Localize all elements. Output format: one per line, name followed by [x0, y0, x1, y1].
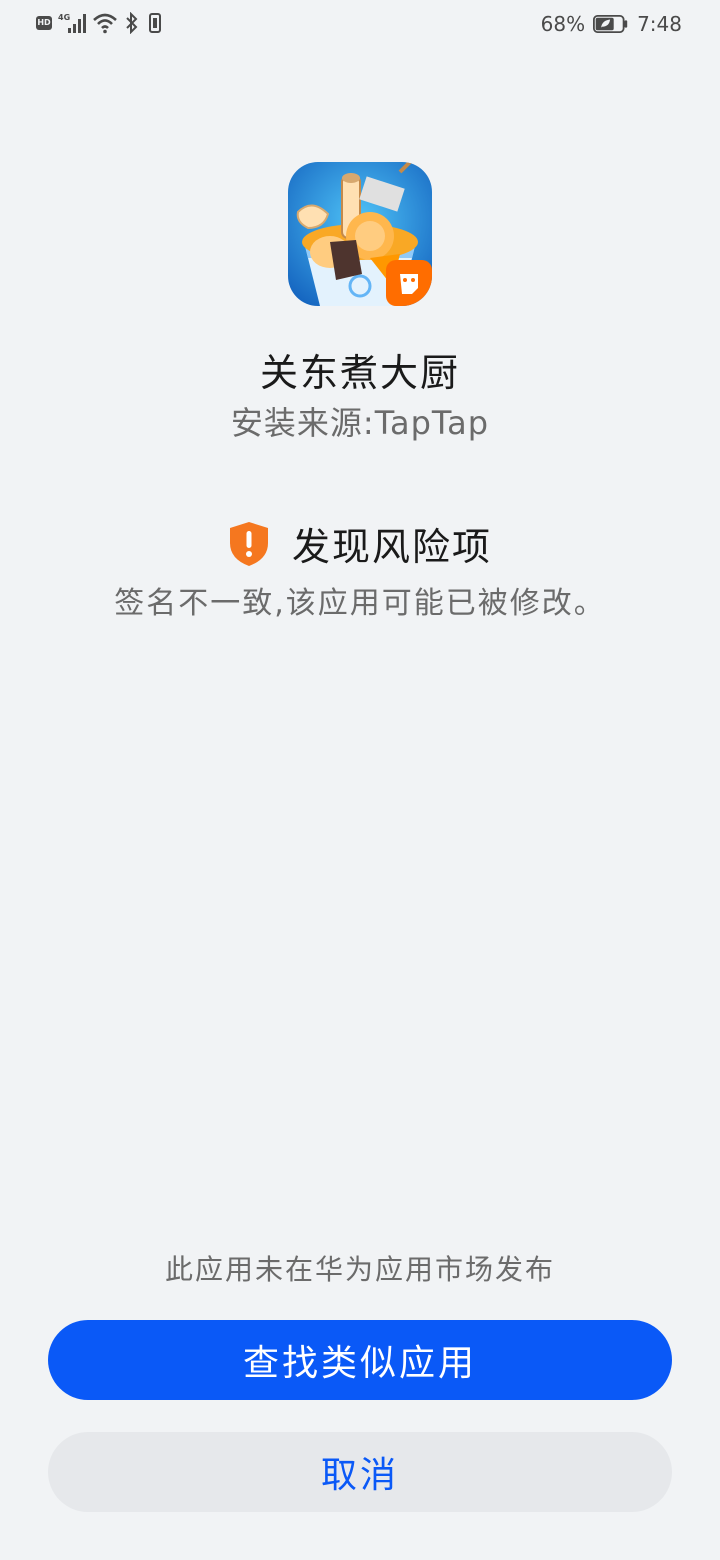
hd-icon: HD: [36, 16, 52, 30]
bluetooth-icon: [126, 12, 138, 34]
app-icon: [288, 162, 432, 306]
app-name: 关东煮大厨: [259, 351, 460, 395]
status-left-icons: HD 4G: [36, 12, 164, 34]
find-similar-apps-button[interactable]: 查找类似应用: [48, 1320, 672, 1400]
wifi-icon: [93, 13, 117, 34]
market-note: 此应用未在华为应用市场发布: [164, 1253, 555, 1286]
risk-title: 发现风险项: [291, 525, 492, 569]
status-bar: HD 4G 68% 7:48: [0, 0, 720, 52]
cancel-button[interactable]: 取消: [48, 1432, 672, 1512]
risk-description: 签名不一致,该应用可能已被修改。: [114, 586, 606, 621]
vibrate-icon: [149, 13, 161, 33]
oden-game-icon: [288, 162, 432, 306]
battery-saver-icon: [593, 15, 628, 33]
risk-header: 发现风险项: [0, 516, 720, 571]
battery-percent: 68%: [540, 12, 586, 36]
install-source: 安装来源:TapTap: [230, 404, 490, 442]
svg-text:4G: 4G: [58, 13, 70, 22]
clock: 7:48: [637, 12, 682, 36]
warning-shield-icon: [229, 521, 268, 566]
cellular-signal-icon: 4G: [58, 13, 86, 33]
status-right-icons: 68% 7:48: [541, 12, 682, 36]
